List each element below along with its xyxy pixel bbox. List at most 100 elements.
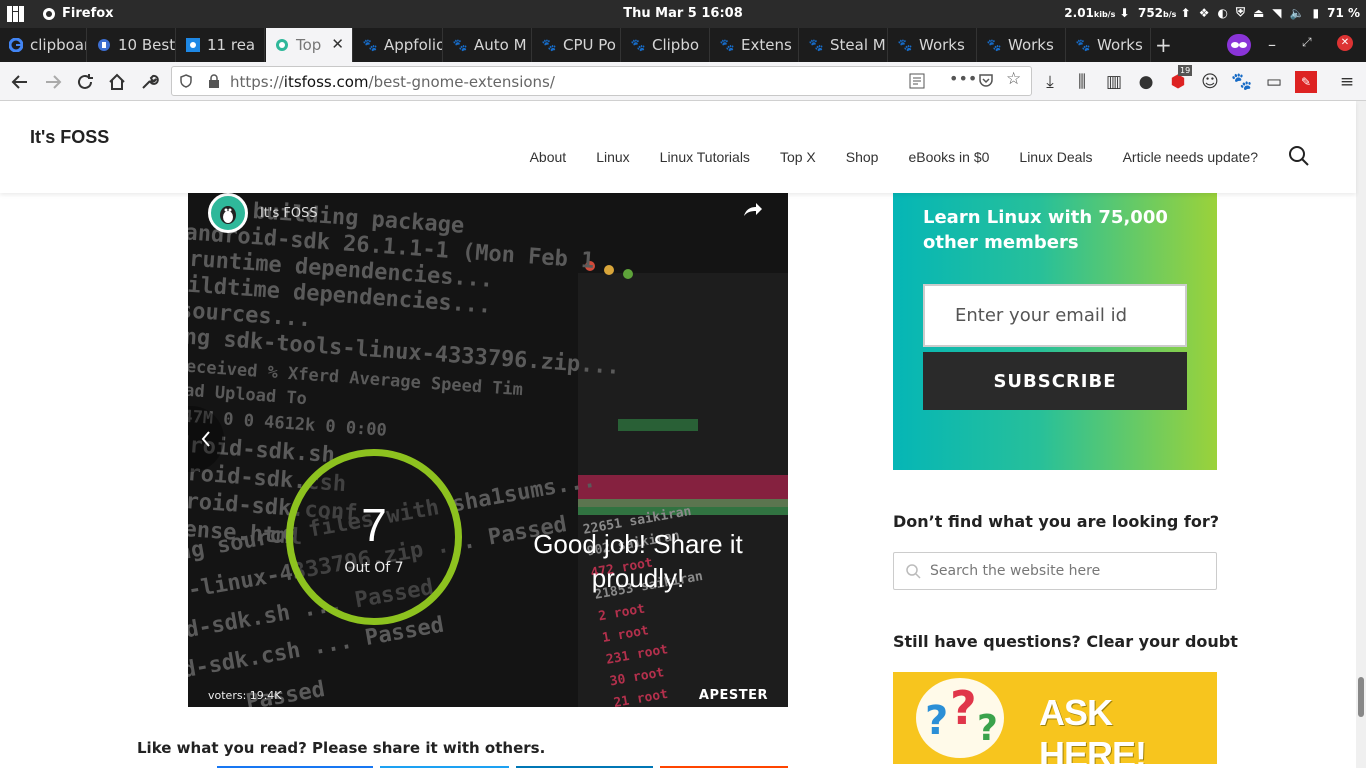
tab-label: CPU Po [563,36,616,54]
tab[interactable]: 🐾 CPU Po [533,28,621,62]
site-search-input[interactable]: Search the website here [893,552,1217,590]
close-tab-icon[interactable]: ✕ [331,35,344,53]
site-logo[interactable]: It's FOSS [30,127,109,148]
penguin-icon [220,206,236,224]
net-speed: 2.01kib/s ⬇ 752b/s ⬆ [1064,5,1191,20]
downloads-icon[interactable]: ⤓ [1039,71,1061,93]
wrench-icon[interactable] [138,71,160,93]
page-viewport: It's FOSS About Linux Linux Tutorials To… [0,101,1366,768]
tab[interactable]: 🐾 Works [978,28,1066,62]
menu-icon[interactable]: ≡ [1336,71,1358,93]
reader-view-icon[interactable] [909,72,925,94]
private-browsing-icon [1227,34,1251,56]
tab[interactable]: 🐾 Works [889,28,977,62]
lock-icon[interactable] [208,74,220,88]
net-down-unit: kib/s [1093,9,1116,19]
eject-icon[interactable]: ⏏ [1253,6,1264,20]
tab[interactable]: 11 rea [177,28,265,62]
screen-icon[interactable]: ▭ [1263,71,1285,93]
nav-linux[interactable]: Linux [596,149,629,165]
toggle-icon[interactable]: ◐ [1217,6,1227,20]
gnome-foot-icon: 🐾 [630,38,646,52]
net-up-unit: b/s [1163,9,1177,19]
wifi-icon[interactable]: ◥ [1272,6,1281,20]
tab[interactable]: 🐾 Clipbo [622,28,710,62]
tab[interactable]: 🐾 Extens [711,28,799,62]
tab-label: Appfolio [384,36,443,54]
maximize-button[interactable]: ⤢ [1302,35,1312,50]
apester-logo[interactable]: APESTER [699,688,768,703]
ublock-badge: 19 [1178,65,1193,76]
nav-top-x[interactable]: Top X [780,149,816,165]
pdf-extension-icon[interactable]: ✎ [1295,71,1317,93]
nav-about[interactable]: About [530,149,567,165]
tab[interactable]: 🐾 Auto M [444,28,532,62]
lock-shield-icon [96,37,112,53]
extension-icon[interactable]: ☺ [1199,71,1221,93]
tab[interactable]: clipboard [0,28,87,62]
tab-label: Works [1008,36,1054,54]
tab[interactable]: 🐾 Steal M [800,28,888,62]
navigation-toolbar: https://itsfoss.com/best-gnome-extension… [0,62,1366,101]
nav-article-update[interactable]: Article needs update? [1123,149,1258,165]
tab[interactable]: 🐾 Works [1067,28,1151,62]
quiz-brand[interactable]: It's FOSS [208,193,318,233]
activities-button[interactable] [0,0,30,28]
tab-strip: clipboard 10 Best 11 rea Top✕ 🐾Appfolio … [0,28,1366,62]
vpn-shield-icon[interactable]: ⛨ [1236,5,1245,20]
search-icon [906,564,921,579]
nav-shop[interactable]: Shop [846,149,879,165]
page-actions-icon[interactable]: ••• [949,69,977,88]
gnome-extension-icon[interactable]: 🐾 [1231,71,1253,93]
url-prefix: https:// [230,73,284,91]
library-icon[interactable]: ⫼ [1071,71,1093,93]
app-menu[interactable]: Firefox [42,6,114,21]
reload-button[interactable] [74,71,96,93]
ask-here-banner[interactable]: ? ? ? ASK HERE! [893,672,1217,764]
account-icon[interactable]: ● [1135,71,1157,93]
bookmark-star-icon[interactable]: ☆ [1006,69,1021,89]
question-marks-icon: ? ? ? [916,678,1004,758]
tracking-shield-icon[interactable] [179,74,193,88]
net-up: 752 [1137,5,1164,20]
firefox-icon [43,7,55,20]
system-tray[interactable]: 2.01kib/s ⬇ 752b/s ⬆ ❖ ◐ ⛨ ⏏ ◥ 🔈 ▮ 71 % [1064,5,1360,20]
gnome-foot-icon: 🐾 [897,38,913,52]
new-tab-button[interactable]: + [1155,33,1172,57]
subscribe-button[interactable]: SUBSCRIBE [923,352,1187,410]
address-bar[interactable]: https://itsfoss.com/best-gnome-extension… [171,66,1032,96]
back-button[interactable] [9,71,31,93]
tab-active[interactable]: Top ✕ [266,28,353,62]
questions-heading: Still have questions? Clear your doubt [893,632,1238,651]
gnome-foot-icon: 🐾 [719,38,735,52]
gnome-foot-icon: 🐾 [986,38,1002,52]
tab-label: 10 Best [118,36,176,54]
tab-label: Steal M [830,36,886,54]
app-name: Firefox [62,6,114,21]
minimize-button[interactable]: – [1268,35,1276,54]
share-icon[interactable] [742,199,764,219]
forward-button[interactable] [42,71,64,93]
nav-linux-tutorials[interactable]: Linux Tutorials [660,149,750,165]
sidebar-icon[interactable]: ▥ [1103,71,1125,93]
tab[interactable]: 10 Best [88,28,176,62]
page-scrollbar[interactable] [1356,101,1366,768]
email-field[interactable]: Enter your email id [923,284,1187,347]
gnome-foot-icon: 🐾 [808,38,824,52]
gnome-foot-icon: 🐾 [1075,38,1091,52]
quiz-brand-name: It's FOSS [260,205,318,221]
volume-icon[interactable]: 🔈 [1290,6,1305,20]
site-icon [185,37,201,53]
search-icon[interactable] [1288,145,1310,167]
dropbox-icon[interactable]: ❖ [1199,6,1210,20]
site-header: It's FOSS About Linux Linux Tutorials To… [0,101,1356,193]
tab-label: Top [296,36,322,54]
ublock-icon[interactable]: ⬢ 19 [1167,65,1193,93]
pocket-icon[interactable] [978,72,994,94]
nav-linux-deals[interactable]: Linux Deals [1019,149,1092,165]
scrollbar-thumb[interactable] [1358,677,1364,717]
tab[interactable]: 🐾 Appfolio [354,28,443,62]
nav-ebooks[interactable]: eBooks in $0 [908,149,989,165]
window-close-button[interactable]: ✕ [1337,35,1353,51]
home-button[interactable] [106,71,128,93]
